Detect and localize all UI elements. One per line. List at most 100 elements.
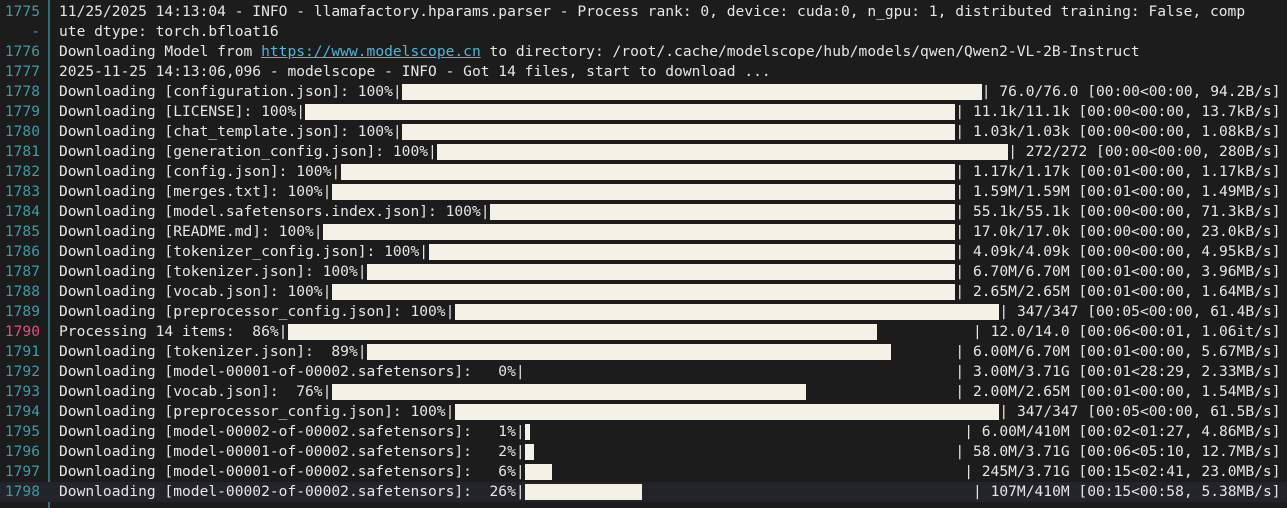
progress-line: 1785 Downloading [README.md]: 100%| | 17.0… bbox=[0, 222, 1287, 242]
progress-stats: | 2.00M/2.65M [00:01<00:00, 1.54MB/s] bbox=[955, 383, 1281, 400]
log-text: Downloading Model from https://www.model… bbox=[59, 42, 1140, 62]
progress-bar bbox=[323, 224, 956, 240]
progress-fill bbox=[402, 124, 956, 140]
progress-bar bbox=[367, 264, 956, 280]
url-link[interactable]: https://www.modelscope.cn bbox=[261, 43, 481, 60]
progress-bar bbox=[340, 164, 956, 180]
progress-stats: | 4.09k/4.09k [00:00<00:00, 4.95kB/s] bbox=[955, 243, 1281, 260]
line-number: 1783 bbox=[4, 183, 40, 200]
progress-fill bbox=[367, 264, 956, 280]
progress-bar bbox=[455, 304, 1000, 320]
progress-line: 1780 Downloading [chat_template.json]: 10… bbox=[0, 122, 1287, 142]
log-line: 1776 Downloading Model from https://www.m… bbox=[0, 42, 1287, 62]
progress-fill bbox=[525, 444, 534, 460]
progress-label: Downloading [config.json]: 100%| bbox=[59, 163, 341, 180]
progress-fill bbox=[287, 324, 878, 340]
progress-label: Downloading [model-00002-of-00002.safete… bbox=[59, 483, 525, 500]
progress-stats: | 6.70M/6.70M [00:01<00:00, 3.96MB/s] bbox=[955, 263, 1281, 280]
progress-label: Downloading [model-00002-of-00002.safete… bbox=[59, 423, 525, 440]
progress-stats: | 347/347 [00:05<00:00, 61.5B/s] bbox=[999, 403, 1281, 420]
progress-stats: | 55.1k/55.1k [00:00<00:00, 71.3kB/s] bbox=[955, 203, 1281, 220]
progress-fill bbox=[525, 464, 552, 480]
progress-bar bbox=[331, 284, 956, 300]
progress-label: Downloading [LICENSE]: 100%| bbox=[59, 103, 306, 120]
progress-line: 1787 Downloading [tokenizer.json]: 100%| |… bbox=[0, 262, 1287, 282]
progress-label: Downloading [vocab.json]: 100%| bbox=[59, 283, 332, 300]
log-text-part: Downloading Model from bbox=[59, 43, 262, 60]
progress-stats: | 17.0k/17.0k [00:00<00:00, 23.0kB/s] bbox=[955, 223, 1281, 240]
line-number: 1779 bbox=[4, 103, 40, 120]
log-text: 2025-11-25 14:13:06,096 - modelscope - I… bbox=[59, 62, 771, 82]
progress-label: Downloading [generation_config.json]: 10… bbox=[59, 143, 437, 160]
progress-fill bbox=[525, 424, 530, 440]
progress-label: Downloading [preprocessor_config.json]: … bbox=[59, 403, 455, 420]
progress-stats: | 58.0M/3.71G [00:06<05:10, 12.7MB/s] bbox=[955, 443, 1281, 460]
progress-fill bbox=[340, 164, 956, 180]
progress-label: Downloading [tokenizer.json]: 89%| bbox=[59, 343, 367, 360]
progress-fill bbox=[305, 104, 956, 120]
line-number: 1782 bbox=[4, 163, 40, 180]
progress-line: 1789 Downloading [preprocessor_config.jso… bbox=[0, 302, 1287, 322]
progress-fill bbox=[525, 484, 642, 500]
progress-bar bbox=[525, 444, 955, 460]
line-number: 1790 bbox=[4, 323, 40, 340]
progress-bar bbox=[331, 184, 956, 200]
progress-label: Downloading [model.safetensors.index.jso… bbox=[59, 203, 490, 220]
progress-line: 1788 Downloading [vocab.json]: 100%| | 2.6… bbox=[0, 282, 1287, 302]
progress-stats: | 107M/410M [00:15<00:58, 5.38MB/s] bbox=[973, 483, 1281, 500]
progress-fill bbox=[331, 184, 956, 200]
line-number: 1780 bbox=[4, 123, 40, 140]
progress-fill bbox=[323, 224, 956, 240]
progress-line: 1778 Downloading [configuration.json]: 10… bbox=[0, 82, 1287, 102]
line-number: 1794 bbox=[4, 403, 40, 420]
progress-fill bbox=[331, 284, 956, 300]
line-number: 1796 bbox=[4, 443, 40, 460]
progress-label: Downloading [model-00001-of-00002.safete… bbox=[59, 363, 525, 380]
progress-bar bbox=[305, 104, 956, 120]
progress-label: Processing 14 items: 86%| bbox=[59, 323, 288, 340]
progress-label: Downloading [merges.txt]: 100%| bbox=[59, 183, 332, 200]
progress-label: Downloading [model-00001-of-00002.safete… bbox=[59, 443, 525, 460]
progress-label: Downloading [tokenizer.json]: 100%| bbox=[59, 263, 367, 280]
progress-fill bbox=[437, 144, 1009, 160]
progress-fill bbox=[490, 204, 956, 220]
progress-line: 1781 Downloading [generation_config.json]… bbox=[0, 142, 1287, 162]
progress-fill bbox=[367, 344, 891, 360]
line-number: 1787 bbox=[4, 263, 40, 280]
progress-label: Downloading [model-00001-of-00002.safete… bbox=[59, 463, 525, 480]
log-text: 11/25/2025 14:13:04 - INFO - llamafactor… bbox=[59, 2, 1245, 22]
progress-bar bbox=[402, 84, 982, 100]
progress-line: 1797 Downloading [model-00001-of-00002.sa… bbox=[0, 462, 1287, 482]
progress-line: 1783 Downloading [merges.txt]: 100%| | 1.5… bbox=[0, 182, 1287, 202]
line-number: 1784 bbox=[4, 203, 40, 220]
progress-bar bbox=[455, 404, 1000, 420]
progress-bar bbox=[437, 144, 1009, 160]
line-number: 1781 bbox=[4, 143, 40, 160]
progress-stats: | 1.17k/1.17k [00:01<00:00, 1.17kB/s] bbox=[955, 163, 1281, 180]
progress-bar bbox=[525, 364, 955, 380]
progress-bar bbox=[287, 324, 973, 340]
line-number: 1776 bbox=[4, 43, 40, 60]
progress-label: Downloading [configuration.json]: 100%| bbox=[59, 83, 402, 100]
progress-line: 1786 Downloading [tokenizer_config.json]:… bbox=[0, 242, 1287, 262]
progress-stats: | 6.00M/6.70M [00:01<00:00, 5.67MB/s] bbox=[955, 343, 1281, 360]
log-line: 1777 2025-11-25 14:13:06,096 - modelscope… bbox=[0, 62, 1287, 82]
progress-bar bbox=[428, 244, 956, 260]
terminal-window[interactable]: 1775 11/25/2025 14:13:04 - INFO - llamafa… bbox=[0, 0, 1287, 508]
line-number: 1795 bbox=[4, 423, 40, 440]
progress-fill bbox=[455, 304, 1000, 320]
line-number: 1798 bbox=[4, 483, 40, 500]
progress-stats: | 1.03k/1.03k [00:00<00:00, 1.08kB/s] bbox=[955, 123, 1281, 140]
progress-line: 1790 Processing 14 items: 86%| | 12.0/14.0… bbox=[0, 322, 1287, 342]
line-number: 1791 bbox=[4, 343, 40, 360]
progress-stats: | 272/272 [00:00<00:00, 280B/s] bbox=[1008, 143, 1281, 160]
progress-stats: | 12.0/14.0 [00:06<00:01, 1.06it/s] bbox=[973, 323, 1281, 340]
progress-label: Downloading [README.md]: 100%| bbox=[59, 223, 323, 240]
progress-line: 1794 Downloading [preprocessor_config.jso… bbox=[0, 402, 1287, 422]
progress-stats: | 245M/3.71G [00:15<02:41, 23.0MB/s] bbox=[964, 463, 1281, 480]
line-number: 1788 bbox=[4, 283, 40, 300]
progress-bar bbox=[331, 384, 956, 400]
progress-bar bbox=[525, 424, 964, 440]
progress-stats: | 2.65M/2.65M [00:01<00:00, 1.64MB/s] bbox=[955, 283, 1281, 300]
line-number: 1789 bbox=[4, 303, 40, 320]
